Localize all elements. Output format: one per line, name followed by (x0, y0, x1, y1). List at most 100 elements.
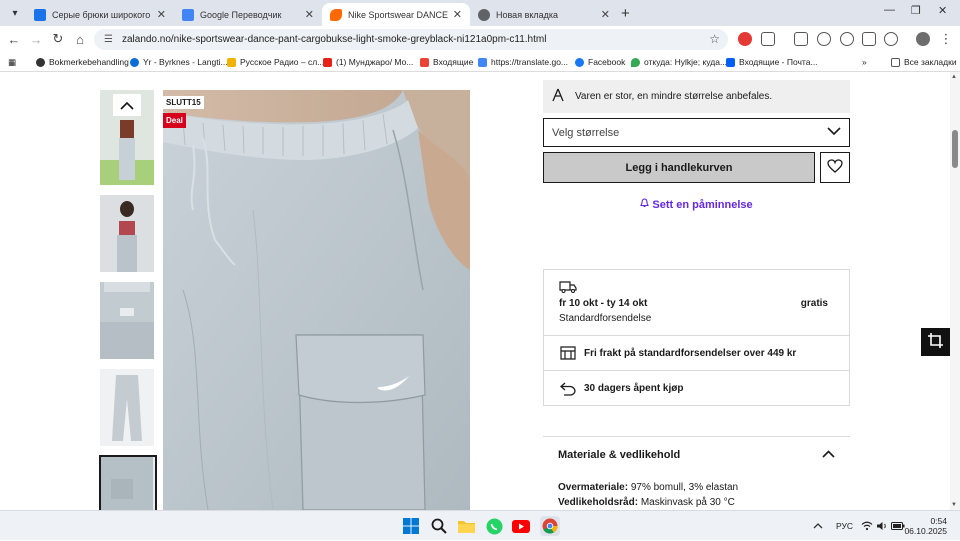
forward-icon[interactable]: → (28, 31, 44, 47)
size-select-dropdown[interactable]: Velg størrelse (543, 118, 850, 147)
bookmark-label: Facebook (588, 57, 626, 67)
bookmarks-icon[interactable] (840, 32, 854, 46)
bookmark-item[interactable]: Bokmerkebehandling (36, 57, 129, 67)
mail-icon (726, 57, 735, 67)
bookmark-item[interactable]: Входящие (420, 57, 473, 67)
pants-closeup-thumbnail-image (101, 457, 153, 510)
avatar[interactable] (916, 32, 930, 46)
window-close-icon[interactable]: ✕ (938, 4, 947, 17)
apps-grid-icon[interactable]: ▦ (8, 57, 16, 68)
whatsapp-icon[interactable] (485, 517, 503, 535)
size-advice-banner: Varen er stor, en mindre størrelse anbef… (543, 80, 850, 113)
material-care-accordion[interactable]: Materiale & vedlikehold (543, 436, 850, 472)
free-shipping-row: Fri frakt på standardforsendelser over 4… (544, 336, 849, 371)
delivery-standard-row: fr 10 okt - ty 14 okt gratis Standardfor… (544, 270, 849, 336)
print-icon[interactable] (862, 32, 876, 46)
returns-text: 30 dagers åpent kjøp (584, 383, 684, 394)
bookmark-item[interactable]: Yr - Byrknes - Langti... (130, 57, 228, 67)
translate-icon[interactable] (794, 32, 808, 46)
thumbnails-up-chevron-icon[interactable] (113, 94, 141, 116)
close-icon[interactable]: ✕ (453, 8, 462, 21)
close-icon[interactable]: ✕ (305, 8, 314, 21)
chrome-icon[interactable] (540, 516, 560, 536)
model-thumbnail-image (100, 195, 154, 272)
chevron-down-icon (827, 126, 841, 139)
adblock-icon[interactable] (738, 32, 752, 46)
restore-icon[interactable]: ❐ (911, 4, 921, 17)
bookmark-item[interactable]: (1) Мунджаро/ Мо... (323, 57, 413, 67)
password-key-icon[interactable] (817, 32, 831, 46)
minimize-icon[interactable]: — (884, 4, 895, 16)
address-bar[interactable]: ☰ zalando.no/nike-sportswear-dance-pant-… (94, 29, 728, 50)
gmail-icon (420, 57, 429, 67)
tab-favicon (330, 8, 342, 21)
wishlist-button[interactable] (820, 152, 850, 183)
facebook-icon (575, 57, 584, 67)
crop-screenshot-button[interactable] (921, 328, 950, 356)
tab-grey-pants[interactable]: Серые брюки широкого крои ✕ (26, 3, 174, 26)
site-info-icon[interactable]: ☰ (104, 34, 113, 45)
link-icon[interactable] (884, 32, 898, 46)
tab-title: Серые брюки широкого крои (52, 9, 153, 20)
tab-favicon (182, 8, 194, 21)
scroll-down-arrow-icon[interactable]: ▼ (951, 502, 957, 508)
scrollbar-thumb[interactable] (952, 130, 958, 168)
maps-pin-icon (631, 57, 640, 67)
pants-flatlay-thumbnail-image (100, 369, 154, 446)
bookmark-item[interactable]: Facebook (575, 57, 625, 67)
reload-icon[interactable]: ↻ (50, 31, 66, 47)
product-thumbnail[interactable] (100, 282, 154, 359)
tab-nike-dance-pant[interactable]: Nike Sportswear DANCE PANT ✕ (322, 3, 470, 26)
bookmark-label: Входящие (433, 57, 474, 67)
clock[interactable]: 0:54 06.10.2025 (904, 511, 947, 541)
clock-date: 06.10.2025 (904, 526, 947, 536)
back-icon[interactable]: ← (6, 31, 22, 47)
radio-icon (227, 57, 236, 67)
set-reminder-label: Sett en påminnelse (652, 199, 753, 211)
bookmark-item[interactable]: https://translate.go... (478, 57, 568, 67)
close-icon[interactable]: ✕ (157, 8, 166, 21)
input-language[interactable]: РУС (836, 511, 853, 541)
delivery-truck-icon (559, 280, 577, 296)
tab-title: Новая вкладка (496, 9, 559, 20)
tab-google-translate[interactable]: Google Переводчик ✕ (174, 3, 322, 26)
crop-icon (928, 333, 943, 351)
scroll-up-arrow-icon[interactable]: ▲ (951, 74, 957, 80)
home-icon[interactable]: ⌂ (72, 31, 88, 47)
tab-favicon (478, 8, 490, 21)
wifi-icon[interactable] (861, 511, 873, 541)
search-icon[interactable] (430, 517, 448, 535)
bookmark-item[interactable]: Входящие - Почта... (726, 57, 818, 67)
bookmarks-overflow-icon[interactable]: » (862, 57, 867, 67)
main-product-image[interactable] (163, 90, 470, 510)
tab-search-chevron-icon[interactable]: ▾ (6, 4, 24, 22)
extensions-icon[interactable] (761, 32, 775, 46)
close-icon[interactable]: ✕ (601, 8, 610, 21)
bookmarks-bar: ▦ Bokmerkebehandling Yr - Byrknes - Lang… (0, 53, 960, 72)
new-tab-icon[interactable]: + (621, 5, 630, 22)
product-detail-thumbnail-image (100, 282, 154, 359)
set-reminder-link[interactable]: Sett en påminnelse (543, 198, 850, 211)
youtube-icon[interactable] (512, 517, 530, 535)
promo-code-badge: SLUTT15 (163, 96, 204, 109)
tray-overflow-chevron-icon[interactable] (813, 511, 823, 541)
windows-start-icon[interactable] (402, 517, 420, 535)
file-explorer-icon[interactable] (457, 517, 475, 535)
product-thumbnail[interactable] (100, 195, 154, 272)
volume-icon[interactable] (876, 511, 888, 541)
care-advice-value: Maskinvask på 30 °C (640, 497, 735, 508)
returns-row: 30 dagers åpent kjøp (544, 371, 849, 406)
bookmark-star-icon[interactable]: ☆ (709, 32, 720, 46)
hanger-fit-icon (551, 88, 565, 105)
bookmark-item[interactable]: откуда: Hylkje; куда... (631, 57, 727, 67)
add-to-cart-button[interactable]: Legg i handlekurven (543, 152, 815, 183)
product-thumbnail[interactable] (100, 369, 154, 446)
bookmark-item[interactable]: Русское Радио – сл... (227, 57, 324, 67)
battery-icon[interactable] (891, 511, 905, 541)
all-bookmarks-folder[interactable]: Все закладки (891, 57, 957, 67)
folder-icon (891, 57, 900, 67)
tab-new-tab[interactable]: Новая вкладка ✕ (470, 3, 618, 26)
more-menu-icon[interactable]: ⋮ (938, 31, 954, 47)
bookmark-label: Bokmerkebehandling (49, 57, 129, 67)
product-thumbnail-selected[interactable] (99, 455, 157, 510)
